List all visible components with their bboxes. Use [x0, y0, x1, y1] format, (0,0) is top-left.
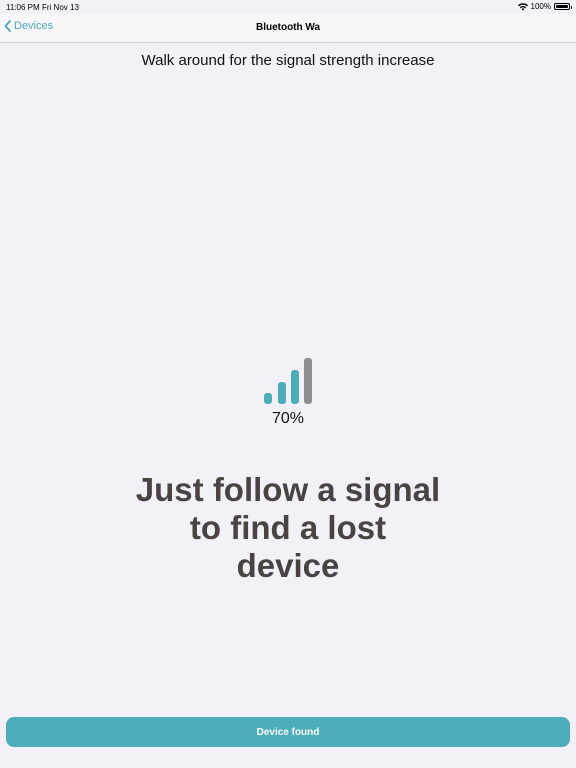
signal-percentage: 70%	[271, 410, 305, 427]
signal-bar	[291, 370, 299, 404]
headline-line: Just follow a signal	[135, 471, 441, 508]
signal-bar	[264, 393, 272, 404]
signal-strength-icon	[264, 358, 314, 404]
status-date: Fri Nov 13	[42, 3, 79, 12]
headline: Just follow a signal to find a lost devi…	[0, 471, 576, 585]
signal-bar	[278, 382, 286, 404]
status-time: 11:06 PM	[6, 3, 40, 12]
instruction-text: Walk around for the signal strength incr…	[141, 52, 435, 69]
page-title: Bluetooth Wa	[255, 22, 321, 33]
navigation-bar: Devices Bluetooth Wa	[0, 14, 576, 43]
device-found-button-label: Device found	[256, 726, 320, 738]
status-bar: 11:06 PM Fri Nov 13 100%	[0, 0, 576, 14]
battery-icon	[554, 3, 572, 10]
wifi-icon	[517, 2, 528, 11]
status-indicators: 100%	[517, 2, 572, 11]
headline-line: device	[236, 547, 340, 584]
signal-bar	[304, 358, 312, 404]
headline-line: to find a lost	[189, 509, 387, 546]
device-found-button[interactable]: Device found	[6, 717, 570, 747]
battery-percent: 100%	[530, 2, 551, 11]
